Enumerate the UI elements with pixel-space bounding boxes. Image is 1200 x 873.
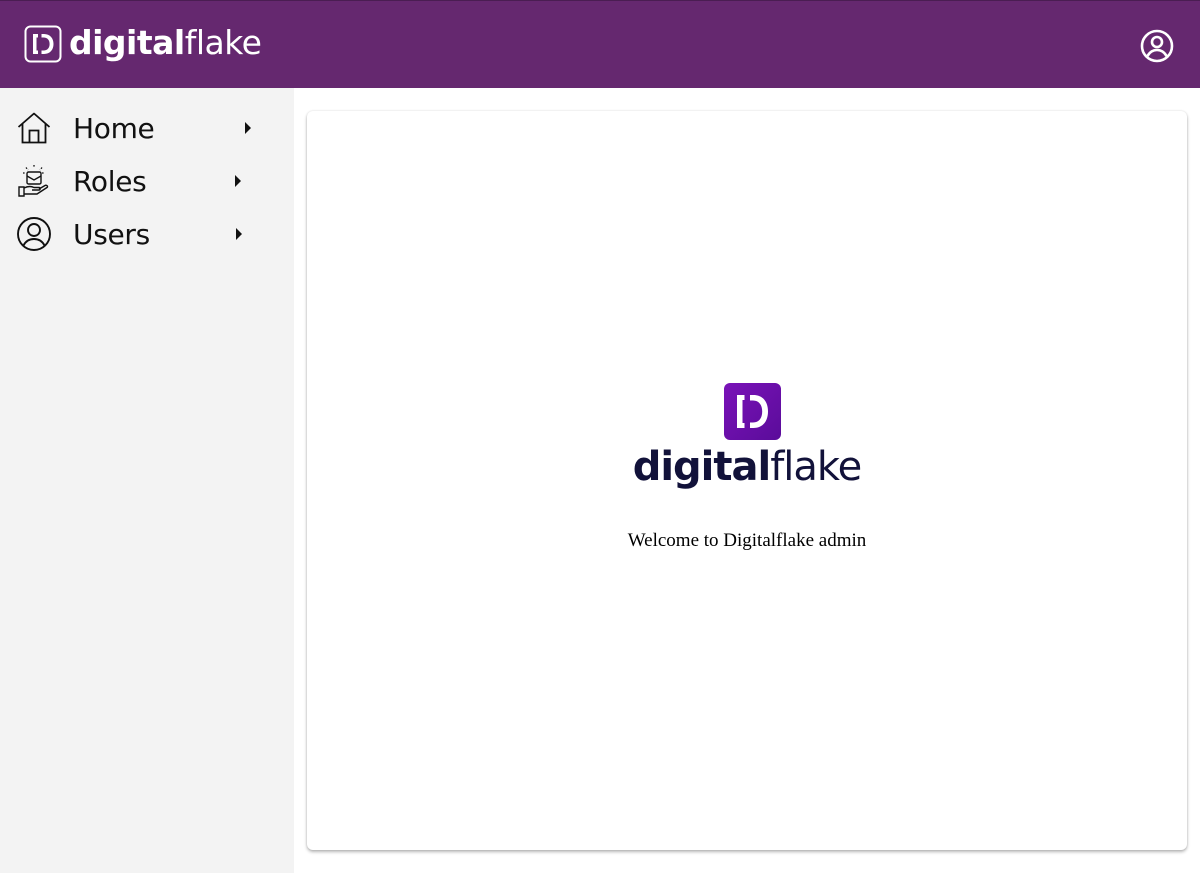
sidebar: Home Roles Users <box>0 88 294 873</box>
brand-name-bold: digital <box>69 22 185 62</box>
caret-right-icon <box>235 175 241 187</box>
top-bar: digitalflake <box>0 0 1200 88</box>
home-icon <box>17 112 51 144</box>
wordmark-bold: digital <box>632 444 772 490</box>
wordmark-light: flake <box>770 444 862 490</box>
welcome-card: digitalflake Welcome to Digitalflake adm… <box>307 111 1187 850</box>
sidebar-item-label: Home <box>73 112 155 145</box>
digitalflake-logo-icon <box>724 383 781 440</box>
account-button[interactable] <box>1139 28 1175 64</box>
brand-mark-icon <box>24 25 62 63</box>
digitalflake-wordmark: digitalflake <box>307 444 1187 490</box>
user-circle-icon <box>17 217 51 251</box>
sidebar-item-users[interactable]: Users <box>0 209 294 259</box>
brand-name: digitalflake <box>69 22 262 62</box>
caret-right-icon <box>245 122 251 134</box>
brand-name-light: flake <box>184 22 262 62</box>
account-circle-icon <box>1140 29 1174 63</box>
brand-logo[interactable]: digitalflake <box>24 22 262 65</box>
sidebar-item-home[interactable]: Home <box>0 103 294 153</box>
roles-icon <box>18 165 49 197</box>
sidebar-item-label: Roles <box>73 165 147 198</box>
sidebar-item-label: Users <box>73 218 150 251</box>
sidebar-item-roles[interactable]: Roles <box>0 156 294 206</box>
welcome-message: Welcome to Digitalflake admin <box>627 530 867 551</box>
caret-right-icon <box>236 228 242 240</box>
